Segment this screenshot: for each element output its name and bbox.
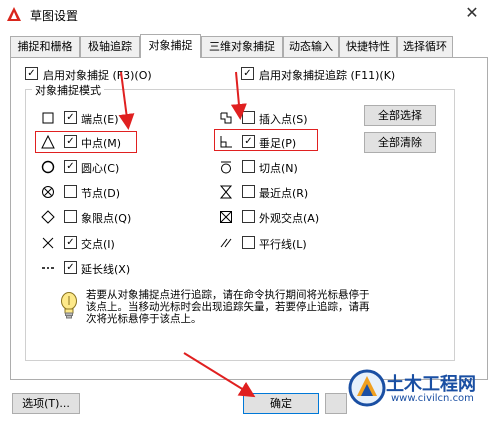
circle-x-icon bbox=[42, 186, 54, 198]
tracking-hint-line2: 该点上。当移动光标时会出现追踪矢量，若要停止追踪，请再 bbox=[86, 301, 370, 313]
hourglass-icon bbox=[219, 185, 233, 199]
square-icon bbox=[42, 112, 54, 124]
quadrant-checkbox[interactable] bbox=[64, 210, 77, 223]
node-label: 节点(D) bbox=[81, 187, 121, 200]
endpoint-checkbox[interactable]: ✓ bbox=[64, 111, 77, 124]
select-all-button[interactable]: 全部选择 bbox=[364, 105, 436, 126]
tangent-icon bbox=[221, 161, 231, 174]
diamond-icon bbox=[41, 210, 55, 224]
options-button[interactable]: 选项(T)... bbox=[12, 393, 80, 414]
enable-snap-label: 启用对象捕捉 (F3)(O) bbox=[43, 69, 152, 82]
tangent-checkbox[interactable] bbox=[242, 160, 255, 173]
watermark-url: www.civilcn.com bbox=[391, 393, 474, 404]
highlight-midpoint bbox=[35, 131, 137, 153]
close-icon[interactable]: ✕ bbox=[461, 3, 483, 22]
highlight-perpendicular bbox=[214, 129, 318, 151]
insertion-checkbox[interactable] bbox=[242, 111, 255, 124]
cancel-button-partial[interactable] bbox=[325, 393, 347, 414]
tracking-hint-line3: 次将光标悬停于该点上。 bbox=[86, 313, 202, 325]
parallel-checkbox[interactable] bbox=[242, 236, 255, 249]
tab-3d-object-snap[interactable]: 三维对象捕捉 bbox=[201, 36, 283, 57]
intersection-label: 交点(I) bbox=[81, 238, 115, 251]
tab-dynamic-input[interactable]: 动态输入 bbox=[283, 36, 339, 57]
enable-tracking-label: 启用对象捕捉追踪 (F11)(K) bbox=[259, 69, 396, 82]
tab-quick-properties[interactable]: 快捷特性 bbox=[339, 36, 397, 57]
insert-icon bbox=[220, 112, 232, 124]
autocad-app-icon bbox=[7, 7, 21, 21]
insertion-label: 插入点(S) bbox=[259, 113, 308, 126]
center-label: 圆心(C) bbox=[81, 162, 120, 175]
nearest-checkbox[interactable] bbox=[242, 185, 255, 198]
enable-snap-checkbox[interactable]: ✓ bbox=[25, 67, 38, 80]
tangent-label: 切点(N) bbox=[259, 162, 298, 175]
enable-tracking-checkbox[interactable]: ✓ bbox=[241, 67, 254, 80]
extension-label: 延长线(X) bbox=[81, 263, 131, 276]
window-title: 草图设置 bbox=[30, 9, 79, 23]
circle-center-icon bbox=[41, 160, 55, 174]
apparent-intersection-checkbox[interactable] bbox=[242, 210, 255, 223]
x-icon bbox=[42, 237, 54, 249]
box-x-icon bbox=[220, 211, 232, 223]
center-checkbox[interactable]: ✓ bbox=[64, 160, 77, 173]
tab-polar-tracking[interactable]: 极轴追踪 bbox=[80, 36, 140, 57]
quadrant-label: 象限点(Q) bbox=[81, 212, 132, 225]
tab-snap-grid[interactable]: 捕捉和栅格 bbox=[10, 36, 80, 57]
clear-all-button[interactable]: 全部清除 bbox=[364, 132, 436, 153]
lightbulb-icon bbox=[61, 292, 77, 319]
extension-checkbox[interactable]: ✓ bbox=[64, 261, 77, 274]
tab-selection-cycling[interactable]: 选择循环 bbox=[397, 36, 453, 57]
nearest-label: 最近点(R) bbox=[259, 187, 309, 200]
tracking-hint: 若要从对象捕捉点进行追踪，请在命令执行期间将光标悬停于 该点上。当移动光标时会出… bbox=[86, 289, 416, 325]
parallel-label: 平行线(L) bbox=[259, 238, 307, 251]
parallel-icon bbox=[220, 238, 232, 248]
title-bar: 草图设置 ✕ bbox=[0, 0, 490, 30]
apparent-intersection-label: 外观交点(A) bbox=[259, 212, 320, 225]
tracking-hint-line1: 若要从对象捕捉点进行追踪，请在命令执行期间将光标悬停于 bbox=[86, 289, 370, 301]
tab-object-snap[interactable]: 对象捕捉 bbox=[140, 34, 201, 58]
snap-modes-group-title: 对象捕捉模式 bbox=[32, 82, 104, 98]
extension-icon bbox=[42, 267, 54, 269]
tab-strip: 捕捉和栅格 极轴追踪 对象捕捉 三维对象捕捉 动态输入 快捷特性 选择循环 bbox=[10, 34, 490, 58]
endpoint-label: 端点(E) bbox=[81, 113, 119, 126]
intersection-checkbox[interactable]: ✓ bbox=[64, 236, 77, 249]
node-checkbox[interactable] bbox=[64, 185, 77, 198]
ok-button[interactable]: 确定 bbox=[243, 393, 319, 414]
